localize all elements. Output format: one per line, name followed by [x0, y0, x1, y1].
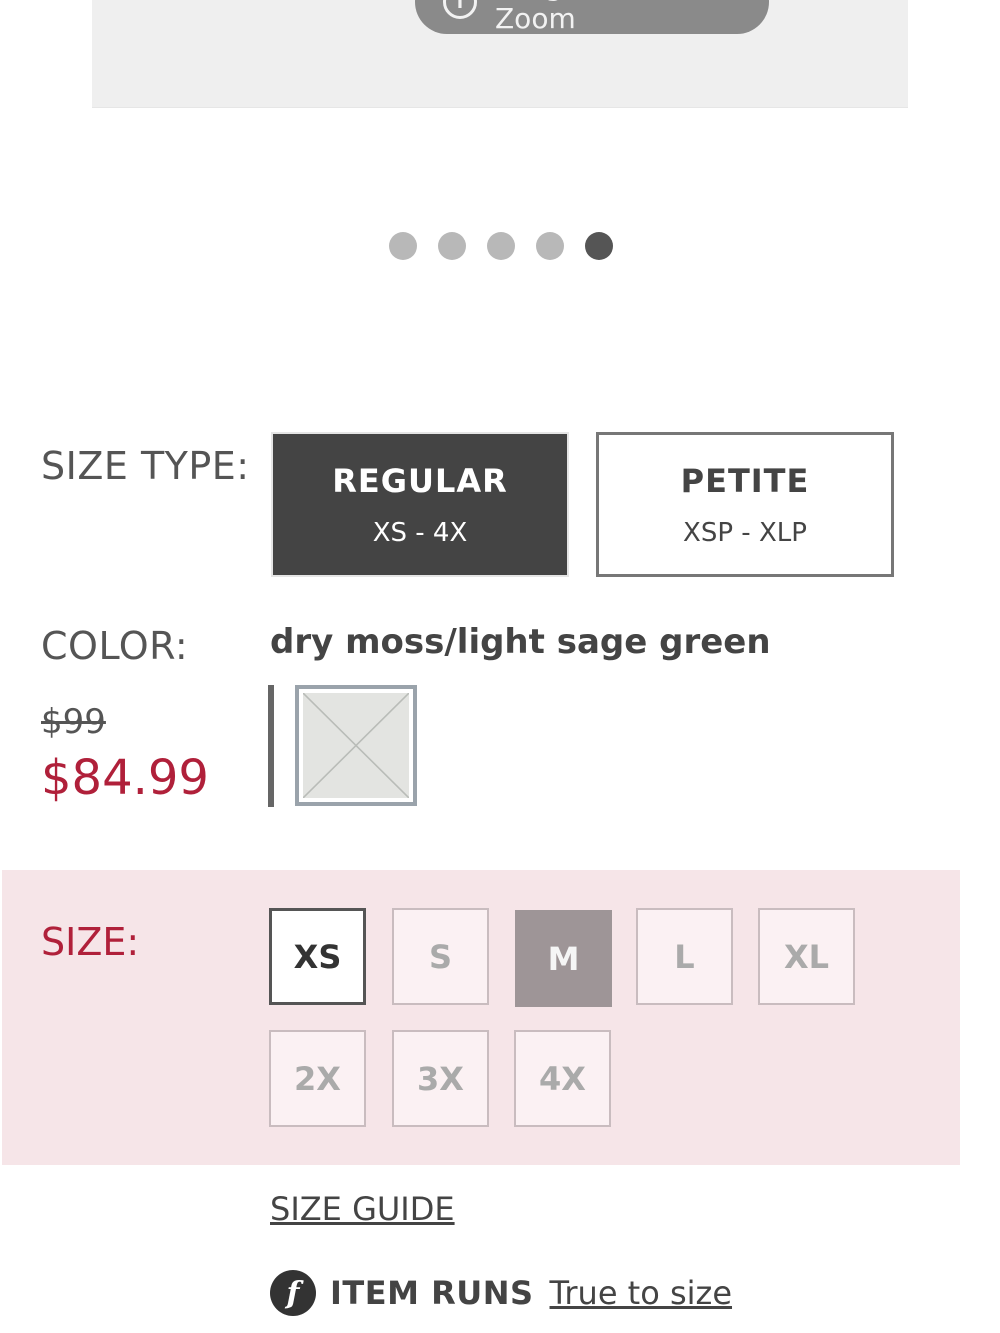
product-image[interactable]: i Long-Touch to Zoom [92, 0, 908, 108]
carousel-dot[interactable] [438, 232, 466, 260]
fit-value-link[interactable]: True to size [550, 1274, 732, 1312]
sale-price: $84.99 [41, 750, 209, 806]
zoom-hint-pill: i Long-Touch to Zoom [415, 0, 769, 35]
size-type-range: XS - 4X [372, 517, 468, 548]
carousel-dot[interactable] [487, 232, 515, 260]
size-guide-link[interactable]: SIZE GUIDE [270, 1190, 455, 1228]
size-option-2x[interactable]: 2X [269, 1030, 366, 1127]
size-type-regular-button[interactable]: REGULAR XS - 4X [271, 432, 569, 577]
size-type-range: XSP - XLP [683, 517, 807, 548]
size-option-3x[interactable]: 3X [392, 1030, 489, 1127]
size-label: SIZE: [41, 920, 140, 964]
color-label: COLOR: [41, 624, 189, 668]
size-option-m[interactable]: M [515, 910, 612, 1007]
size-option-xl[interactable]: XL [758, 908, 855, 1005]
zoom-hint-text: Long-Touch to Zoom [495, 0, 688, 35]
color-name: dry moss/light sage green [270, 622, 771, 662]
size-option-xs[interactable]: XS [269, 908, 366, 1005]
carousel-dot-active[interactable] [585, 232, 613, 260]
size-type-label: SIZE TYPE: [41, 444, 250, 488]
original-price: $99 [41, 702, 106, 742]
fit-logo-icon: f [270, 1270, 316, 1316]
carousel-dot[interactable] [389, 232, 417, 260]
product-page: i Long-Touch to Zoom SIZE TYPE: REGULAR … [0, 0, 1000, 1333]
fit-info: f ITEM RUNS True to size [270, 1270, 732, 1316]
size-option-l[interactable]: L [636, 908, 733, 1005]
info-icon: i [443, 0, 477, 19]
unavailable-swatch-icon [303, 693, 409, 798]
size-type-title: PETITE [680, 461, 810, 500]
carousel-dots [389, 232, 613, 260]
color-divider [268, 685, 274, 807]
color-swatch[interactable] [295, 685, 417, 806]
size-type-title: REGULAR [332, 461, 508, 500]
size-type-petite-button[interactable]: PETITE XSP - XLP [596, 432, 894, 577]
size-option-4x[interactable]: 4X [514, 1030, 611, 1127]
size-option-s[interactable]: S [392, 908, 489, 1005]
fit-title: ITEM RUNS [330, 1274, 534, 1312]
carousel-dot[interactable] [536, 232, 564, 260]
